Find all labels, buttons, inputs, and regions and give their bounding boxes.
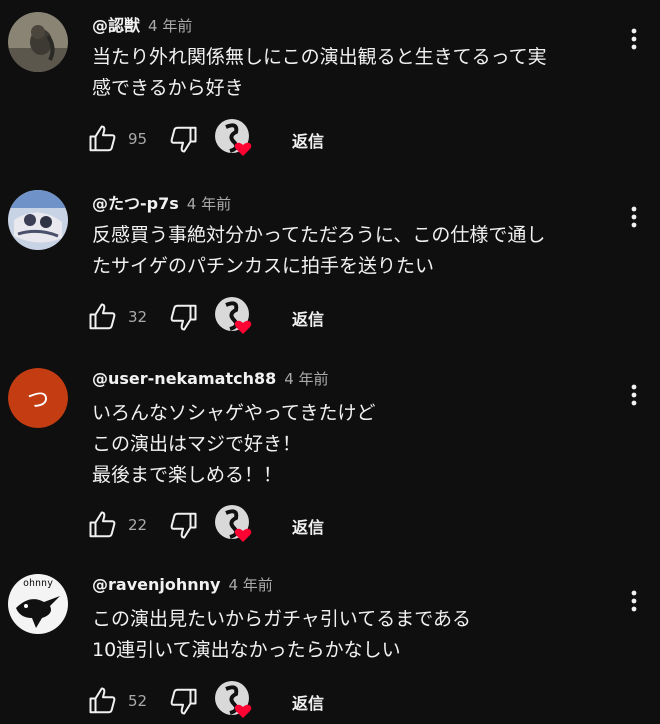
avatar[interactable]: つ [8, 368, 68, 428]
like-count: 22 [128, 516, 148, 534]
more-vert-icon[interactable] [622, 24, 646, 54]
comment-text: 反感買う事絶対分かってただろうに、この仕様で通し たサイゲのパチンカスに拍手を送… [92, 220, 612, 282]
author-name[interactable]: @たつ-p7s [92, 190, 179, 214]
svg-text:ohnny: ohnny [23, 578, 53, 589]
comment-actions: 95 返信 [88, 118, 388, 158]
comment-header: @たつ-p7s 4 年前 [92, 190, 231, 216]
comment-header: @user-nekamatch88 4 年前 [92, 368, 329, 394]
comment-actions: 52 返信 [88, 680, 388, 720]
thumbs-up-icon[interactable] [88, 686, 118, 716]
author-name[interactable]: @ravenjohnny [92, 575, 220, 594]
comment-text: いろんなソシャゲやってきたけど この演出はマジで好き！ 最後まで楽しめる！！ [92, 398, 612, 491]
avatar[interactable]: ohnny [8, 574, 68, 634]
comment-time[interactable]: 4 年前 [228, 574, 272, 595]
comment-line: 感できるから好き [92, 77, 244, 99]
comment-actions: 22 返信 [88, 504, 388, 544]
more-vert-icon[interactable] [622, 202, 646, 232]
like-count: 32 [128, 308, 148, 326]
thumbs-up-icon[interactable] [88, 124, 118, 154]
comment-header: @ravenjohnny 4 年前 [92, 574, 273, 600]
more-vert-icon[interactable] [622, 380, 646, 410]
thumbs-up-icon[interactable] [88, 510, 118, 540]
avatar[interactable] [8, 12, 68, 72]
author-name[interactable]: @user-nekamatch88 [92, 369, 276, 388]
comment-line: 当たり外れ関係無しにこの演出観ると生きてるって実 [92, 46, 547, 68]
avatar-letter: つ [8, 368, 68, 428]
comment-text: この演出見たいからガチャ引いてるまである 10連引いて演出なかったらかなしい [92, 604, 612, 666]
comment-line: この演出はマジで好き！ [92, 433, 302, 455]
comment-time[interactable]: 4 年前 [148, 15, 192, 36]
reply-button[interactable]: 返信 [292, 306, 324, 330]
thumbs-down-icon[interactable] [168, 510, 198, 540]
like-count: 95 [128, 130, 148, 148]
reply-button[interactable]: 返信 [292, 514, 324, 538]
more-vert-icon[interactable] [622, 586, 646, 616]
thumbs-up-icon[interactable] [88, 302, 118, 332]
comment-line: 10連引いて演出なかったらかなしい [92, 639, 401, 661]
comment-line: この演出見たいからガチャ引いてるまである [92, 608, 472, 630]
comment-line: 反感買う事絶対分かってただろうに、この仕様で通し [92, 224, 546, 246]
thumbs-down-icon[interactable] [168, 124, 198, 154]
comment-header: @認獣 4 年前 [92, 12, 192, 38]
avatar[interactable] [8, 190, 68, 250]
comment-text: 当たり外れ関係無しにこの演出観ると生きてるって実 感できるから好き [92, 42, 612, 104]
author-name[interactable]: @認獣 [92, 12, 140, 36]
like-count: 52 [128, 692, 148, 710]
comment-actions: 32 返信 [88, 296, 388, 336]
reply-button[interactable]: 返信 [292, 128, 324, 152]
creator-heart-icon [214, 296, 254, 336]
creator-heart-icon [214, 118, 254, 158]
thumbs-down-icon[interactable] [168, 686, 198, 716]
comment-time[interactable]: 4 年前 [187, 193, 231, 214]
comment-line: いろんなソシャゲやってきたけど [92, 402, 376, 424]
reply-button[interactable]: 返信 [292, 690, 324, 714]
comment-line: 最後まで楽しめる！！ [92, 464, 283, 486]
creator-heart-icon [214, 504, 254, 544]
creator-heart-icon [214, 680, 254, 720]
comment-line: たサイゲのパチンカスに拍手を送りたい [92, 255, 435, 277]
comment-time[interactable]: 4 年前 [284, 368, 328, 389]
thumbs-down-icon[interactable] [168, 302, 198, 332]
